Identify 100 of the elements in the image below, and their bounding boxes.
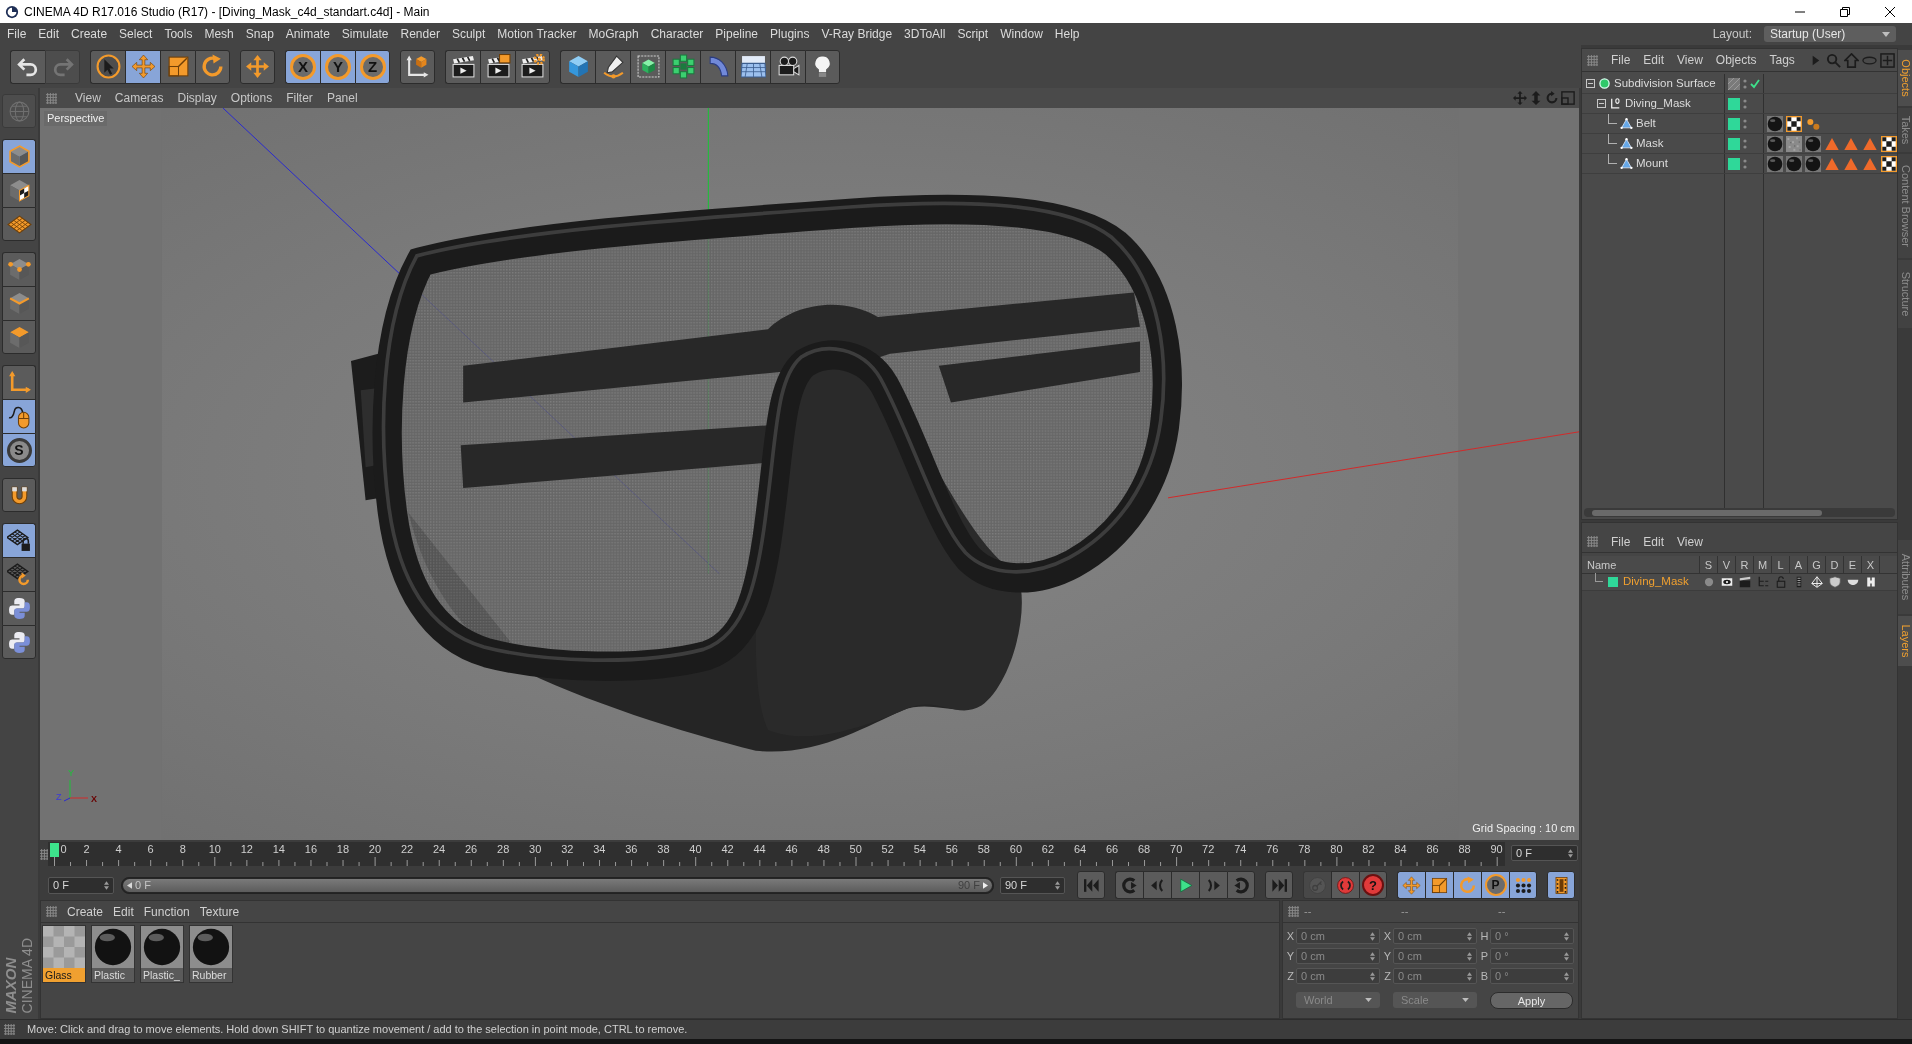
material-sphere-icon[interactable] xyxy=(1786,155,1802,172)
menu-item[interactable]: Simulate xyxy=(341,24,389,44)
panel-grip-icon[interactable] xyxy=(46,906,57,917)
clapperboard-icon[interactable] xyxy=(1739,576,1751,589)
model-mode-button[interactable] xyxy=(2,139,36,173)
collapse-box-icon[interactable] xyxy=(1597,99,1606,108)
viewport-menu-item[interactable]: Filter xyxy=(286,89,313,107)
rotate-tool-button[interactable] xyxy=(195,49,230,84)
side-tab[interactable]: Layers xyxy=(1898,616,1912,667)
range-start-handle[interactable]: 0 F xyxy=(127,876,151,894)
h-shape-icon[interactable] xyxy=(1865,576,1877,589)
material-sphere-icon[interactable] xyxy=(1767,115,1783,132)
tweak-mode-button[interactable] xyxy=(2,399,36,433)
object-menu-item[interactable]: View xyxy=(1677,51,1703,69)
object-menu-item[interactable]: Objects xyxy=(1715,51,1757,69)
column-header[interactable]: A xyxy=(1790,556,1808,574)
key-position-button[interactable] xyxy=(1397,871,1425,899)
panel-grip-icon[interactable] xyxy=(40,848,51,860)
undo-button[interactable] xyxy=(10,49,45,84)
column-header[interactable]: D xyxy=(1826,556,1844,574)
panel-grip-icon[interactable] xyxy=(46,92,57,104)
light-button[interactable] xyxy=(805,49,840,84)
checker-tag-icon[interactable] xyxy=(1881,135,1897,152)
column-header[interactable]: L xyxy=(1772,556,1790,574)
next-key-button[interactable] xyxy=(1227,871,1255,899)
pen-tool-button[interactable] xyxy=(595,49,630,84)
material-menu-item[interactable]: Function xyxy=(143,902,190,921)
column-header[interactable]: X xyxy=(1862,556,1880,574)
menu-item[interactable]: Animate xyxy=(285,24,330,44)
render-view-button[interactable] xyxy=(445,49,480,84)
edges-mode-button[interactable] xyxy=(2,286,36,320)
material-swatch[interactable]: Plastic xyxy=(91,925,135,983)
pyramid-icon[interactable] xyxy=(1811,576,1823,589)
menu-item[interactable]: Sculpt xyxy=(451,24,486,44)
layout-dropdown[interactable]: Startup (User) xyxy=(1764,26,1896,42)
object-name[interactable]: Diving_Mask xyxy=(1625,94,1691,113)
coordinate-field[interactable]: 0 cm xyxy=(1393,948,1477,964)
menu-item[interactable]: Help xyxy=(1054,24,1080,44)
column-header[interactable]: M xyxy=(1754,556,1772,574)
column-header[interactable]: V xyxy=(1718,556,1736,574)
scale-tool-button[interactable] xyxy=(160,49,195,84)
coordinate-field[interactable]: 0 cm xyxy=(1296,968,1380,984)
solo-button[interactable]: S xyxy=(2,433,36,467)
autokey-button[interactable] xyxy=(1331,871,1359,899)
texture-swatch-icon[interactable] xyxy=(1786,135,1802,152)
material-sphere-icon[interactable] xyxy=(1805,135,1821,152)
layers-menu-item[interactable]: File xyxy=(1611,532,1631,551)
collapse-box-icon[interactable] xyxy=(1586,79,1595,88)
cube-button[interactable] xyxy=(560,49,595,84)
coordinate-field[interactable]: 0 ° xyxy=(1490,928,1574,944)
object-name[interactable]: Mask xyxy=(1636,134,1664,153)
menu-item[interactable]: Window xyxy=(1000,24,1043,44)
key-scale-button[interactable] xyxy=(1425,871,1453,899)
material-swatch[interactable]: Plastic_ xyxy=(140,925,184,983)
panel-grip-icon[interactable] xyxy=(1587,536,1598,548)
key-point-level-button[interactable] xyxy=(1509,871,1537,899)
side-tab[interactable]: Structure xyxy=(1898,260,1912,328)
keyframe-selection-button[interactable]: ? xyxy=(1359,871,1387,899)
subdivision-button[interactable] xyxy=(630,49,665,84)
select-tool-button[interactable] xyxy=(90,49,125,84)
menu-item[interactable]: Tools xyxy=(164,24,193,44)
coordinate-field[interactable]: 0 ° xyxy=(1490,948,1574,964)
workplane-align-button[interactable] xyxy=(2,557,36,591)
viewport-menu-item[interactable]: Options xyxy=(230,89,273,107)
polygons-mode-button[interactable] xyxy=(2,320,36,354)
dot-icon[interactable] xyxy=(1703,576,1715,589)
color-swatch-icon[interactable] xyxy=(1728,157,1740,170)
start-frame-field[interactable]: 0 F xyxy=(48,876,114,894)
layers-menu-item[interactable]: Edit xyxy=(1643,532,1665,551)
material-swatch[interactable]: Glass xyxy=(42,925,86,983)
side-tab[interactable]: Attributes xyxy=(1898,540,1912,615)
object-menu-item[interactable]: File xyxy=(1611,51,1631,69)
material-sphere-icon[interactable] xyxy=(1767,135,1783,152)
deformer-button[interactable] xyxy=(700,49,735,84)
coordinate-field[interactable]: 0 cm xyxy=(1296,948,1380,964)
column-header[interactable]: G xyxy=(1808,556,1826,574)
object-name[interactable]: Belt xyxy=(1636,114,1656,133)
color-swatch-icon[interactable] xyxy=(1728,117,1740,130)
tool-button[interactable] xyxy=(240,49,275,84)
cloner-button[interactable] xyxy=(665,49,700,84)
camera-button[interactable] xyxy=(770,49,805,84)
coordinate-field[interactable]: 0 ° xyxy=(1490,968,1574,984)
menu-item[interactable]: Script xyxy=(957,24,989,44)
move-tool-button[interactable] xyxy=(125,49,160,84)
object-menu-item[interactable]: Edit xyxy=(1643,51,1665,69)
menu-item[interactable]: Character xyxy=(650,24,704,44)
layers-menu-item[interactable]: View xyxy=(1677,532,1703,551)
menu-item[interactable]: File xyxy=(7,24,27,44)
checker-tag-icon[interactable] xyxy=(1881,155,1897,172)
menu-item[interactable]: Select xyxy=(119,24,153,44)
apply-button[interactable]: Apply xyxy=(1490,992,1573,1009)
column-header[interactable]: Name xyxy=(1583,556,1700,574)
key-parameter-button[interactable]: P xyxy=(1481,871,1509,899)
horizontal-scrollbar[interactable] xyxy=(1584,508,1895,518)
workplane-lock-button[interactable] xyxy=(2,523,36,557)
menu-item[interactable]: Snap xyxy=(245,24,274,44)
viewport-menu-item[interactable]: Display xyxy=(177,89,217,107)
color-swatch-icon[interactable] xyxy=(1608,577,1618,588)
axis-lock-button[interactable]: Z xyxy=(355,49,390,84)
menu-item[interactable]: Create xyxy=(71,24,108,44)
